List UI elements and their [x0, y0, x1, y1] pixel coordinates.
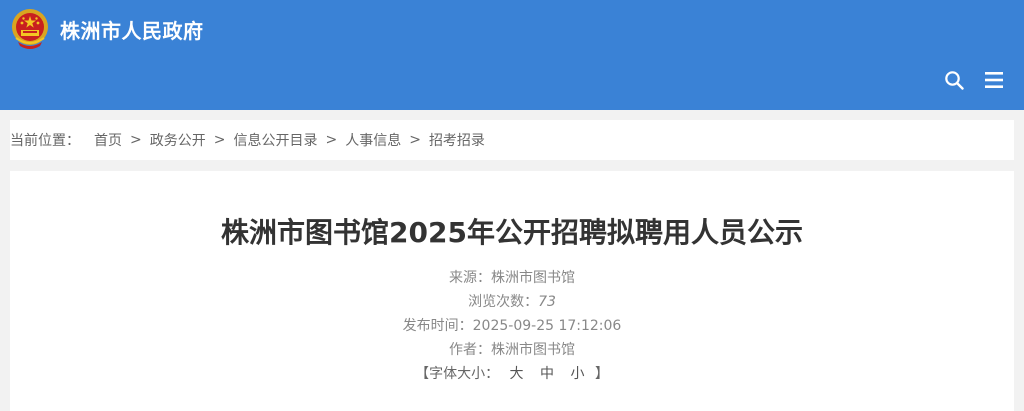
breadcrumb-item-personnel[interactable]: 人事信息	[345, 130, 401, 150]
published-time: 2025-09-25 17:12:06	[472, 318, 622, 334]
article-published: 发布时间：2025-09-25 17:12:06	[10, 315, 1014, 335]
breadcrumb-item-recruitment[interactable]: 招考招录	[429, 130, 485, 150]
article-panel: 株洲市图书馆2025年公开招聘拟聘用人员公示 来源：株洲市图书馆 浏览次数：73…	[10, 171, 1014, 411]
font-size-small-button[interactable]: 小	[570, 366, 584, 382]
site-header: 株洲市人民政府	[0, 0, 1024, 110]
views-label: 浏览次数：	[468, 294, 539, 310]
font-size-switcher: 【字体大小： 大 中 小 】	[10, 363, 1014, 383]
breadcrumb-separator: >	[325, 132, 338, 148]
font-size-label: 字体大小：	[429, 366, 500, 382]
breadcrumb-item-gov-affairs[interactable]: 政务公开	[150, 130, 206, 150]
breadcrumb-separator: >	[130, 132, 142, 148]
published-label: 发布时间：	[402, 318, 473, 334]
font-size-large-button[interactable]: 大	[510, 366, 524, 382]
breadcrumb-separator: >	[409, 132, 421, 148]
breadcrumb: 当前位置： 首页 > 政务公开 > 信息公开目录 > 人事信息 > 招考招录	[10, 120, 1014, 160]
article-views: 浏览次数：73	[10, 291, 1014, 311]
article-author: 作者：株洲市图书馆	[10, 339, 1014, 359]
breadcrumb-item-info-catalog[interactable]: 信息公开目录	[233, 130, 317, 150]
author-label: 作者：	[449, 342, 491, 358]
search-icon[interactable]	[944, 70, 964, 90]
article-source: 来源：株洲市图书馆	[10, 267, 1014, 287]
font-size-close-bracket: 】	[594, 366, 609, 382]
font-size-medium-button[interactable]: 中	[540, 366, 554, 382]
menu-icon[interactable]	[984, 70, 1004, 90]
font-size-open-bracket: 【	[415, 366, 430, 382]
site-title[interactable]: 株洲市人民政府	[60, 15, 204, 44]
source-value: 株洲市图书馆	[491, 270, 575, 286]
national-emblem-icon[interactable]	[10, 8, 50, 50]
views-count: 73	[538, 294, 556, 310]
breadcrumb-separator: >	[213, 132, 226, 148]
breadcrumb-label: 当前位置：	[10, 133, 80, 149]
source-label: 来源：	[449, 270, 491, 286]
author-value: 株洲市图书馆	[491, 342, 575, 358]
article-title: 株洲市图书馆2025年公开招聘拟聘用人员公示	[221, 216, 803, 249]
breadcrumb-item-home[interactable]: 首页	[94, 130, 122, 150]
